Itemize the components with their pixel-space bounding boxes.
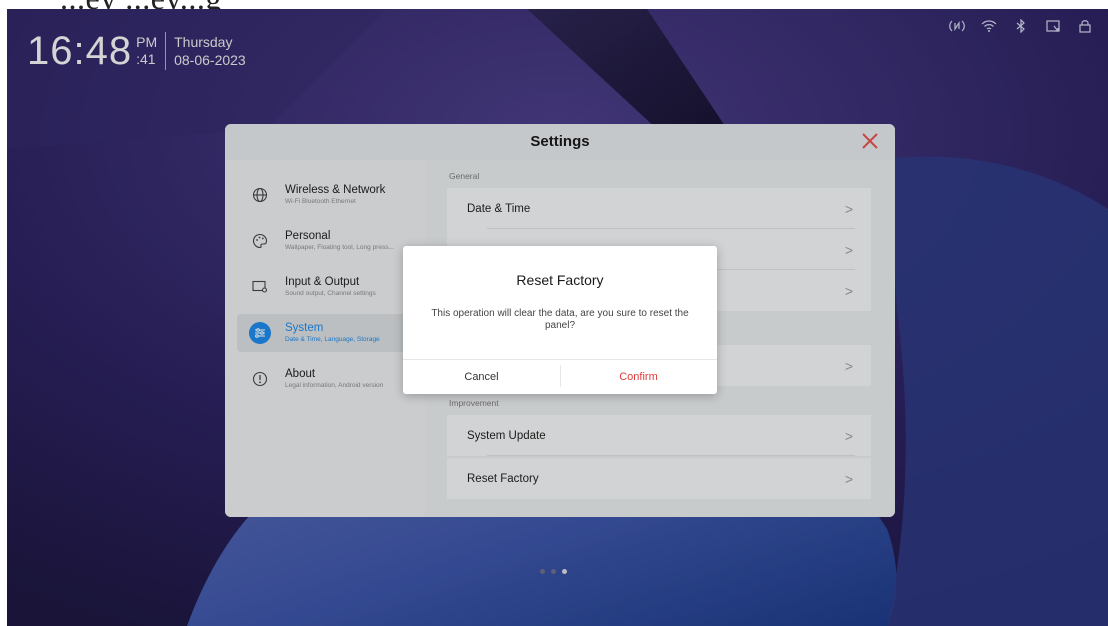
dialog-title: Reset Factory — [516, 272, 604, 288]
desktop: 16:48 PM :41 Thursday 08-06-2023 Setting… — [7, 9, 1108, 626]
cancel-button[interactable]: Cancel — [403, 359, 560, 394]
dialog-message: This operation will clear the data, are … — [431, 308, 689, 331]
reset-factory-dialog: Reset Factory This operation will clear … — [403, 246, 717, 394]
confirm-button[interactable]: Confirm — [560, 359, 717, 394]
